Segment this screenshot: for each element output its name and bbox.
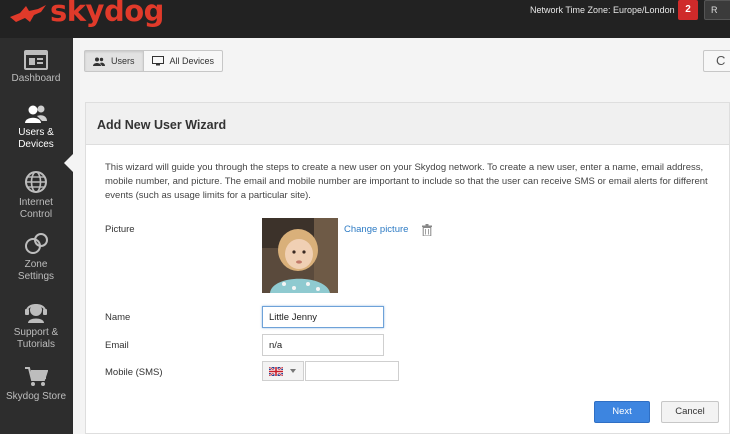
name-input[interactable] (262, 306, 384, 328)
users-icon (93, 57, 105, 66)
sidebar-item-label: Support & (13, 327, 59, 338)
wizard-title: Add New User Wizard (86, 103, 729, 145)
sidebar-item-label: Users & (18, 127, 54, 138)
chevron-down-icon (290, 369, 296, 373)
child-photo-icon (262, 218, 338, 293)
tab-users[interactable]: Users (85, 51, 144, 71)
sidebar-item-label: Internet (19, 197, 53, 208)
sidebar-item-label: Dashboard (11, 73, 61, 84)
sidebar-item-dashboard[interactable]: Dashboard (0, 50, 72, 85)
sidebar-item-label: Skydog Store (5, 391, 67, 402)
trash-icon[interactable] (422, 224, 432, 236)
email-label: Email (105, 340, 129, 351)
email-input[interactable] (262, 334, 384, 356)
support-icon (25, 304, 47, 323)
globe-icon (25, 171, 47, 193)
mobile-input[interactable] (305, 361, 399, 381)
view-toggle: Users All Devices (84, 50, 224, 72)
sidebar-item-zone-settings[interactable]: Zone Settings (0, 232, 72, 283)
tab-all-devices[interactable]: All Devices (144, 51, 223, 71)
refresh-icon: C (716, 53, 726, 68)
change-picture-link[interactable]: Change picture (344, 224, 408, 235)
top-bar: skydog Network Time Zone: Europe/London … (0, 0, 730, 38)
mobile-label: Mobile (SMS) (105, 367, 163, 378)
sidebar: Dashboard Users & Devices Internet Contr… (0, 38, 73, 434)
tab-all-devices-label: All Devices (169, 56, 215, 66)
country-code-select[interactable] (262, 361, 304, 381)
picture-label: Picture (105, 224, 135, 235)
brand-name: skydog (50, 0, 164, 28)
sidebar-item-label: Tutorials (17, 339, 55, 350)
sidebar-item-label: Zone (24, 259, 48, 270)
user-menu-button[interactable]: R (704, 0, 730, 20)
notification-badge[interactable]: 2 (678, 0, 698, 20)
wizard-intro-text: This wizard will guide you through the s… (105, 162, 708, 201)
sidebar-item-internet-control[interactable]: Internet Control (0, 170, 72, 221)
tab-users-label: Users (111, 56, 135, 66)
dashboard-icon (24, 50, 48, 70)
monitor-icon (151, 56, 164, 66)
name-label: Name (105, 312, 131, 323)
timezone-label: Network Time Zone: Europe/London (530, 5, 675, 15)
user-menu-label: R (711, 5, 718, 15)
sidebar-item-label: Devices (18, 139, 54, 150)
cart-icon (25, 367, 48, 386)
zone-icon (25, 233, 48, 254)
skydog-logo-icon (10, 5, 46, 22)
refresh-button[interactable]: C (703, 50, 730, 72)
user-avatar[interactable] (262, 218, 338, 293)
sidebar-item-label: Settings (17, 271, 55, 282)
sidebar-item-skydog-store[interactable]: Skydog Store (0, 366, 72, 403)
sidebar-item-users-devices[interactable]: Users & Devices (0, 104, 72, 151)
brand-logo[interactable]: skydog (8, 0, 164, 30)
cancel-button[interactable]: Cancel (661, 401, 719, 423)
sidebar-item-support-tutorials[interactable]: Support & Tutorials (0, 300, 72, 351)
sidebar-item-label: Control (19, 209, 53, 220)
uk-flag-icon (269, 366, 283, 376)
add-user-wizard-panel: Add New User Wizard This wizard will gui… (85, 102, 730, 434)
active-nav-indicator (64, 154, 73, 172)
users-icon (25, 105, 47, 123)
main-content: Users All Devices C Add New User Wizard … (73, 38, 730, 434)
next-button[interactable]: Next (594, 401, 650, 423)
